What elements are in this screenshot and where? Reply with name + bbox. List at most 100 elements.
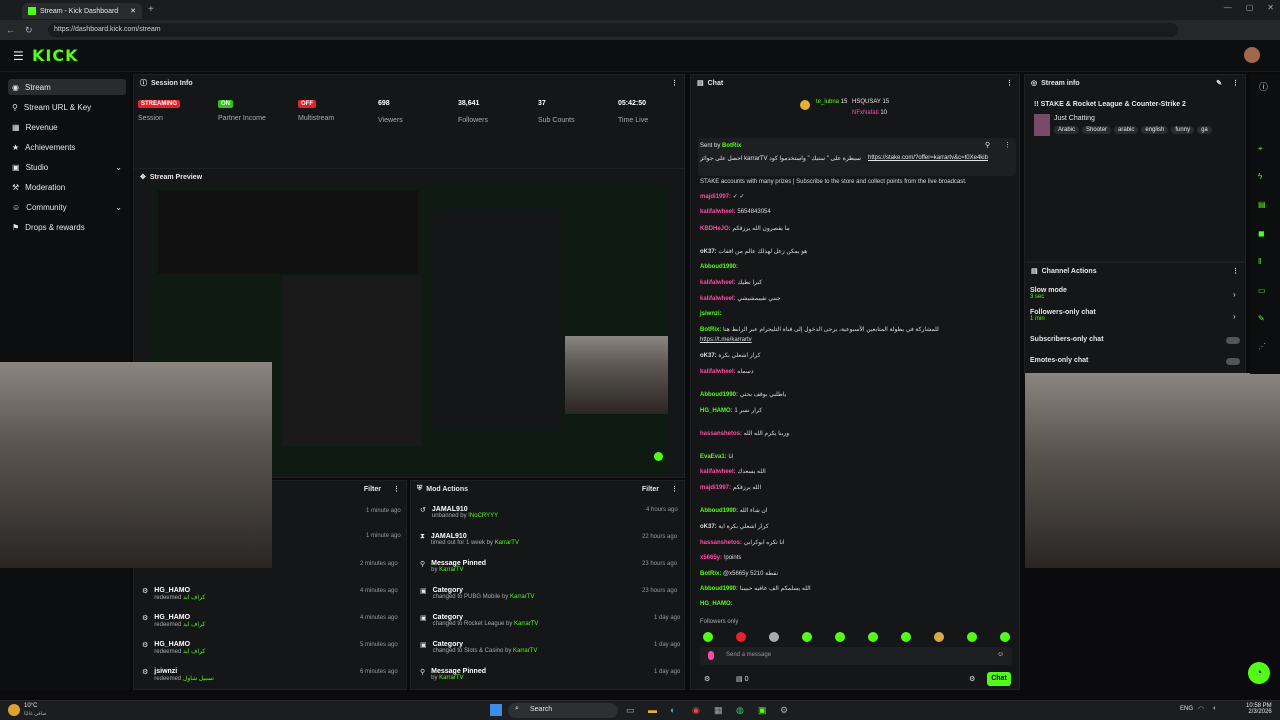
kick-logo[interactable]: KICK <box>32 46 79 65</box>
sidebar-item-moderation[interactable]: ⚒ Moderation <box>8 179 126 195</box>
more-icon[interactable]: ⋮ <box>1232 79 1239 87</box>
target-icon[interactable]: ⌖ <box>1258 144 1263 154</box>
chat-user[interactable]: BotRix: <box>700 571 721 577</box>
avatar[interactable] <box>1244 47 1260 63</box>
chat-link[interactable]: https://t.me/karrartv <box>700 337 752 343</box>
chat-send-button[interactable]: Chat <box>987 672 1011 686</box>
pause-icon[interactable]: ‖ <box>1258 257 1261 266</box>
emotes-only-toggle[interactable] <box>1226 358 1240 365</box>
menu-icon[interactable]: ☰ <box>13 49 24 63</box>
sidebar-item-stream-url[interactable]: ⚲ Stream URL & Key <box>8 99 126 115</box>
sidebar-item-stream[interactable]: ◉ Stream <box>8 79 126 95</box>
maximize-icon[interactable]: ▢ <box>1246 3 1254 12</box>
new-tab-icon[interactable]: + <box>148 4 154 15</box>
minimize-icon[interactable]: — <box>1224 3 1232 12</box>
chat-user[interactable]: HG_HAMO: <box>700 601 733 607</box>
chat-user[interactable]: hassanshetos: <box>700 540 742 546</box>
chat-bubble-icon[interactable]: ◼ <box>1258 229 1265 238</box>
emote-icon[interactable] <box>967 632 977 642</box>
tag[interactable]: Arabic <box>1054 126 1080 134</box>
sidebar-item-achievements[interactable]: ★ Achievements <box>8 139 126 155</box>
slow-mode-row[interactable]: Slow mode 3 sec <box>1030 287 1067 300</box>
emote-icon[interactable] <box>934 632 944 642</box>
settings-icon[interactable]: ⚙ <box>780 705 788 716</box>
chat-user[interactable]: Abboud1990: <box>700 508 738 514</box>
filter-button[interactable]: Filter <box>364 486 381 493</box>
bolt-icon[interactable]: ϟ <box>1258 172 1262 181</box>
chevron-right-icon[interactable]: › <box>1233 312 1236 321</box>
close-window-icon[interactable]: ✕ <box>1267 3 1274 12</box>
chat-user[interactable]: Abboud1990: <box>700 586 738 592</box>
subscribers-only-toggle[interactable] <box>1226 337 1240 344</box>
chat-user[interactable]: kalifalwheel: <box>700 469 736 475</box>
sidebar-item-community[interactable]: ☺ Community ⌄ <box>8 199 126 215</box>
tag[interactable]: ga <box>1197 126 1212 134</box>
more-icon[interactable]: ⋮ <box>1232 267 1239 275</box>
chat-user[interactable]: majdi1997: <box>700 485 731 491</box>
emote-icon[interactable] <box>802 632 812 642</box>
chat-user[interactable]: jsiwnzi: <box>700 311 722 317</box>
language-indicator[interactable]: ENG <box>1180 706 1193 712</box>
chat-user[interactable]: Abboud1990: <box>700 392 738 398</box>
back-icon[interactable]: ← <box>6 25 15 35</box>
more-icon[interactable]: ⋮ <box>1006 79 1013 87</box>
chat-user[interactable]: KBDHeJO: <box>700 226 731 232</box>
info-icon[interactable]: ⓘ <box>1259 80 1268 93</box>
browser-tab[interactable]: Stream - Kick Dashboard ✕ <box>22 3 142 19</box>
task-view-icon[interactable]: ▭ <box>626 705 635 716</box>
cast-icon[interactable]: ▭ <box>1258 286 1266 295</box>
chat-user[interactable]: kalifalwheel: <box>700 280 736 286</box>
emote-icon[interactable] <box>901 632 911 642</box>
chat-user[interactable]: oK37: <box>700 249 717 255</box>
emote-icon[interactable] <box>703 632 713 642</box>
followers-only-row[interactable]: Followers-only chat 1 min <box>1030 309 1096 322</box>
pin-icon[interactable]: ⚲ <box>985 141 990 149</box>
share-icon[interactable]: ⋰ <box>1258 342 1266 351</box>
chat-user[interactable]: BotRix: <box>700 327 721 333</box>
chat-user[interactable]: EvaEva1: <box>700 454 727 460</box>
more-icon[interactable]: ⋮ <box>393 485 400 493</box>
sidebar-item-drops[interactable]: ⚑ Drops & rewards <box>8 219 126 235</box>
tag[interactable]: english <box>1141 126 1169 134</box>
tag[interactable]: funny <box>1171 126 1195 134</box>
emoji-icon[interactable]: ☺ <box>997 651 1004 658</box>
chrome-icon[interactable]: ◉ <box>692 705 700 716</box>
chat-user[interactable]: kalifalwheel: <box>700 369 736 375</box>
tag[interactable]: Shooter <box>1082 126 1112 134</box>
tag[interactable]: arabic <box>1114 126 1139 134</box>
more-icon[interactable]: ⋮ <box>671 79 678 87</box>
emote-icon[interactable] <box>1000 632 1010 642</box>
chat-user[interactable]: oK37: <box>700 353 717 359</box>
chat-user[interactable]: kalifalwheel: <box>700 296 736 302</box>
chat-user[interactable]: kalifalwheel: <box>700 209 736 215</box>
chevron-right-icon[interactable]: › <box>1233 290 1236 299</box>
chat-user[interactable]: x5665y: <box>700 555 722 561</box>
wifi-icon[interactable]: ◠ <box>1198 705 1204 713</box>
pinned-link[interactable]: https://stake.com/?offer=karrartv&c=t0Xe… <box>868 155 988 161</box>
more-icon[interactable]: ⋮ <box>1004 141 1011 149</box>
emote-icon[interactable] <box>868 632 878 642</box>
sidebar-item-revenue[interactable]: ▦ Revenue <box>8 119 126 135</box>
chat-user[interactable]: majdi1997: <box>700 194 731 200</box>
whatsapp-icon[interactable]: ◍ <box>736 705 744 716</box>
emote-icon[interactable] <box>736 632 746 642</box>
emote-icon[interactable] <box>769 632 779 642</box>
filter-button[interactable]: Filter <box>642 486 659 493</box>
sidebar-item-studio[interactable]: ▣ Studio ⌄ <box>8 159 126 175</box>
chat-settings-icon[interactable]: ⚙ <box>704 675 710 683</box>
emote-icon[interactable] <box>835 632 845 642</box>
chat-user[interactable]: HG_HAMO: <box>700 408 733 414</box>
clock[interactable]: 10:58 PM 2/3/2026 <box>1246 703 1272 715</box>
file-explorer-icon[interactable]: ▬ <box>648 705 657 715</box>
close-tab-icon[interactable]: ✕ <box>130 7 136 15</box>
edge-icon[interactable]: ◐ <box>670 705 675 715</box>
volume-icon[interactable]: ◖ <box>1212 705 1216 712</box>
wrench-icon[interactable]: ✎ <box>1258 314 1265 323</box>
windows-start-icon[interactable] <box>490 704 502 716</box>
doc-icon[interactable]: ▤ <box>1258 200 1266 209</box>
chat-user[interactable]: Abboud1990: <box>700 264 738 270</box>
address-bar[interactable]: https://dashboard.kick.com/stream <box>48 23 1178 37</box>
chat-user[interactable]: hassanshetos: <box>700 431 742 437</box>
taskbar-search[interactable]: Search <box>508 703 618 718</box>
reload-icon[interactable]: ↻ <box>25 25 33 36</box>
